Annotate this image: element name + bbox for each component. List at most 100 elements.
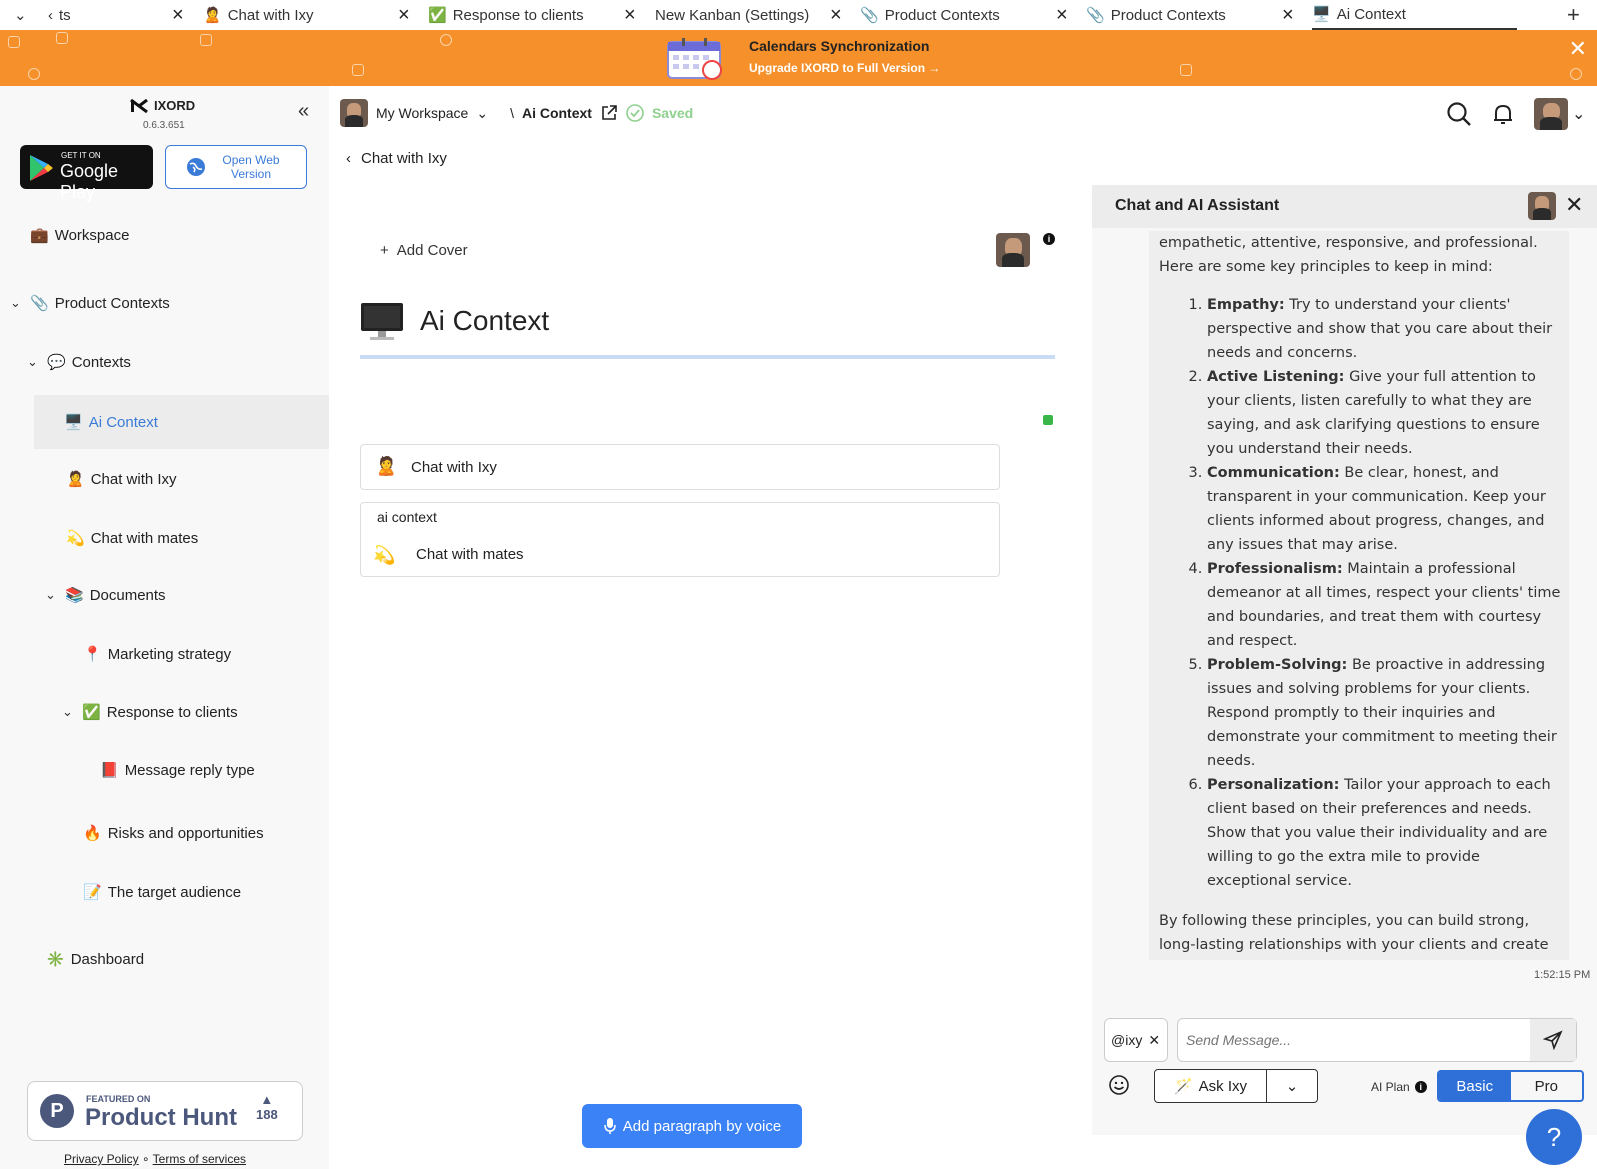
tab-back-icon: ‹ [48,6,53,24]
linked-page-card-chat-with-mates[interactable]: ai context 💫 Chat with mates [360,502,1000,577]
open-web-version-button[interactable]: Open Web Version [165,145,307,189]
decor-dot [56,32,68,44]
sidebar-item-message-reply-type[interactable]: 📕 Message reply type [100,761,255,780]
chat-panel: Chat and AI Assistant ✕ empathetic, atte… [1092,185,1597,1135]
banner-close-icon[interactable]: ✕ [1569,36,1587,62]
sidebar-item-chat-with-mates[interactable]: 💫 Chat with mates [66,529,198,548]
sidebar-item-label: Documents [89,586,166,604]
sidebar-item-dashboard[interactable]: ✳️ Dashboard [46,950,144,969]
workspace-avatar [340,99,368,127]
send-button[interactable] [1530,1019,1576,1061]
assistant-message: empathetic, attentive, responsive, and p… [1149,231,1569,960]
tab-5[interactable]: 📎 Product Contexts [860,0,1000,30]
paperclip-icon: 📎 [30,295,49,312]
ask-ixy-dropdown-icon[interactable]: ⌄ [1267,1077,1317,1095]
close-icon[interactable]: × [398,0,410,30]
tab-list-chevron-icon[interactable]: ⌄ [14,0,27,30]
sidebar-item-label: Contexts [71,353,131,371]
product-hunt-badge[interactable]: P FEATURED ON Product Hunt ▲ 188 [27,1081,303,1141]
app-logo[interactable]: IXORD [130,98,195,113]
tab-1[interactable]: ‹ ts [48,0,71,30]
collapse-sidebar-icon[interactable]: « [298,100,309,123]
breadcrumb: My Workspace ⌄ \ Ai Context Saved [340,98,693,128]
back-link[interactable]: ‹ Chat with Ixy [346,150,447,167]
plan-pro-option[interactable]: Pro [1511,1072,1583,1100]
tab-6[interactable]: 📎 Product Contexts [1086,0,1226,30]
tab-7-active[interactable]: 🖥️ Ai Context [1312,0,1517,30]
remove-tag-icon[interactable]: ✕ [1148,1032,1160,1049]
tab-label: ts [59,6,71,24]
sidebar-item-documents[interactable]: ⌄ 📚 Documents [45,586,166,605]
sidebar-item-contexts[interactable]: ⌄ 💬 Contexts [27,353,131,372]
emoji-icon[interactable] [1108,1074,1130,1096]
computer-icon[interactable] [360,302,404,342]
breadcrumb-current-page: Ai Context [521,105,592,121]
app-version: 0.6.3.651 [143,120,185,131]
help-button[interactable]: ? [1526,1109,1582,1165]
ask-ixy-label: Ask Ixy [1198,1077,1248,1095]
sidebar-item-workspace[interactable]: 💼 Workspace [30,226,129,245]
chevron-down-icon[interactable]: ⌄ [10,295,24,311]
bell-icon[interactable] [1490,101,1516,127]
saved-status: Saved [651,105,694,121]
sidebar-item-target-audience[interactable]: 📝 The target audience [83,883,241,902]
page-title[interactable]: Ai Context [420,305,549,337]
open-external-icon[interactable] [600,104,618,122]
breadcrumb-separator: \ [510,105,514,121]
ask-ixy-button[interactable]: 🪄 Ask Ixy [1155,1070,1267,1102]
workspace-selector[interactable]: My Workspace [376,105,468,121]
plan-basic-option[interactable]: Basic [1439,1072,1511,1100]
close-icon[interactable]: × [624,0,636,30]
tab-3[interactable]: ✅ Response to clients [428,0,584,30]
globe-icon [187,158,205,176]
close-chat-icon[interactable]: ✕ [1565,192,1583,218]
decor-dot [1570,68,1582,80]
user-menu[interactable]: ⌄ [1534,98,1585,130]
add-paragraph-by-voice-button[interactable]: Add paragraph by voice [582,1104,802,1148]
back-link-label: Chat with Ixy [361,150,447,167]
page-owner-avatar[interactable] [996,233,1030,267]
chevron-down-icon[interactable]: ⌄ [476,105,488,122]
chevron-down-icon[interactable]: ⌄ [45,587,59,603]
close-icon[interactable]: × [1282,0,1294,30]
new-tab-plus-icon[interactable]: + [1567,0,1580,30]
send-icon [1543,1030,1563,1050]
chevron-down-icon[interactable]: ⌄ [62,704,76,720]
mention-tag[interactable]: @ixy ✕ [1104,1018,1168,1062]
add-cover-button[interactable]: + Add Cover [380,242,468,259]
principle-head: Empathy: [1207,297,1285,313]
person-icon: 🙎 [66,471,85,488]
sidebar-item-label: Chat with Ixy [90,470,177,488]
tab-2[interactable]: 🙎 Chat with Ixy [203,0,314,30]
sidebar-item-marketing-strategy[interactable]: 📍 Marketing strategy [83,645,231,664]
chevron-down-icon[interactable]: ⌄ [27,354,41,370]
sidebar-item-chat-with-ixy[interactable]: 🙎 Chat with Ixy [66,470,177,489]
linked-page-card-chat-with-ixy[interactable]: 🙎 Chat with Ixy [360,444,1000,490]
sidebar-item-product-contexts[interactable]: ⌄ 📎 Product Contexts [10,294,170,313]
tab-emoji-icon: 🙎 [203,7,222,24]
message-input[interactable] [1178,1019,1530,1061]
close-icon[interactable]: × [830,0,842,30]
banner-upgrade-link[interactable]: Upgrade IXORD to Full Version → [749,61,940,75]
info-icon[interactable]: i [1414,1081,1427,1093]
sidebar-item-risks-and-opportunities[interactable]: 🔥 Risks and opportunities [83,824,264,843]
close-icon[interactable]: × [172,0,184,30]
pin-icon: 📍 [83,646,102,663]
upgrade-banner[interactable]: Calendars Synchronization Upgrade IXORD … [0,30,1597,86]
banner-title: Calendars Synchronization [749,38,930,54]
search-icon[interactable] [1446,101,1472,127]
ixord-logo-icon [130,98,148,113]
app-name: IXORD [154,98,196,113]
decor-dot [28,68,40,80]
list-item: Problem-Solving: Be proactive in address… [1207,653,1561,773]
plus-icon: + [380,242,389,259]
info-icon[interactable]: i [1043,233,1055,245]
close-icon[interactable]: × [1056,0,1068,30]
sidebar-item-response-to-clients[interactable]: ⌄ ✅ Response to clients [62,703,238,722]
google-play-button[interactable]: GET IT ON Google Play [20,145,153,202]
sidebar-item-ai-context[interactable]: 🖥️ Ai Context [34,395,329,449]
tab-4[interactable]: New Kanban (Settings) [655,0,809,30]
privacy-policy-link[interactable]: Privacy Policy [64,1152,139,1166]
dashboard-icon: ✳️ [46,951,65,968]
terms-of-services-link[interactable]: Terms of services [153,1152,246,1166]
